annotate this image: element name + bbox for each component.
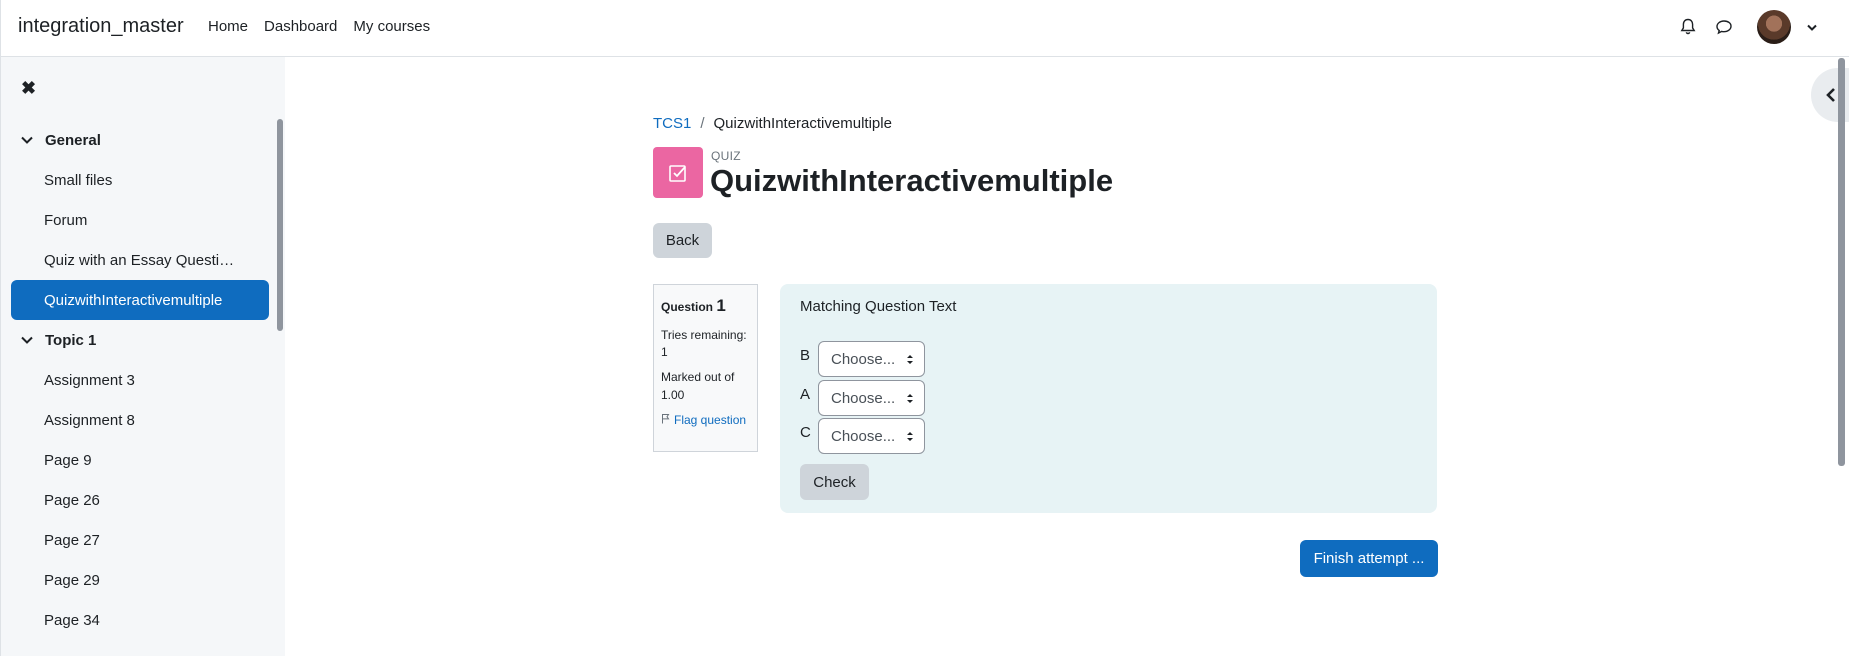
course-index-drawer: ✖ General Small files Forum Quiz with an… bbox=[0, 57, 285, 656]
match-select-a[interactable]: Choose... bbox=[818, 380, 925, 416]
course-index: General Small files Forum Quiz with an E… bbox=[11, 120, 269, 640]
breadcrumb-separator: / bbox=[700, 115, 705, 132]
quiz-icon bbox=[653, 147, 703, 198]
question-number: Question 1 bbox=[661, 296, 726, 315]
tries-remaining: Tries remaining: 1 bbox=[661, 327, 747, 360]
flag-icon bbox=[662, 414, 670, 424]
chevron-down-icon bbox=[21, 136, 35, 144]
question-text: Matching Question Text bbox=[800, 298, 957, 315]
question-content: Matching Question Text B Choose... A Cho… bbox=[780, 284, 1437, 513]
section-general[interactable]: General bbox=[11, 120, 269, 160]
back-button[interactable]: Back bbox=[653, 223, 712, 258]
sidebar-item-essay-quiz[interactable]: Quiz with an Essay Questi… bbox=[11, 240, 269, 280]
sidebar-item-page-27[interactable]: Page 27 bbox=[11, 520, 269, 560]
user-menu-area bbox=[1677, 10, 1819, 44]
sidebar-scrollbar[interactable] bbox=[277, 119, 283, 331]
breadcrumb: TCS1 / QuizwithInteractivemultiple bbox=[653, 115, 892, 132]
sidebar-item-page-26[interactable]: Page 26 bbox=[11, 480, 269, 520]
sidebar-item-page-34[interactable]: Page 34 bbox=[11, 600, 269, 640]
page-scrollbar[interactable] bbox=[1838, 58, 1845, 466]
match-label: C bbox=[800, 423, 811, 441]
flag-question-link[interactable]: Flag question bbox=[661, 412, 750, 429]
match-label: B bbox=[800, 346, 811, 364]
module-type-label: QUIZ bbox=[711, 149, 741, 163]
question-info-panel: Question 1 Tries remaining: 1 Marked out… bbox=[653, 284, 758, 452]
sidebar-item-page-29[interactable]: Page 29 bbox=[11, 560, 269, 600]
chevron-left-icon bbox=[1826, 88, 1835, 102]
breadcrumb-course-link[interactable]: TCS1 bbox=[653, 115, 691, 132]
match-row-c: C Choose... bbox=[800, 418, 925, 454]
sidebar-item-small-files[interactable]: Small files bbox=[11, 160, 269, 200]
nav-home[interactable]: Home bbox=[208, 18, 248, 35]
marked-out-of: Marked out of 1.00 bbox=[661, 370, 735, 402]
select-arrows-icon bbox=[906, 431, 914, 442]
check-button[interactable]: Check bbox=[800, 464, 869, 500]
close-icon[interactable]: ✖ bbox=[21, 78, 36, 99]
sidebar-item-assignment-8[interactable]: Assignment 8 bbox=[11, 400, 269, 440]
chat-icon[interactable] bbox=[1713, 16, 1735, 38]
select-arrows-icon bbox=[906, 393, 914, 404]
sidebar-item-forum[interactable]: Forum bbox=[11, 200, 269, 240]
site-brand[interactable]: integration_master bbox=[18, 15, 184, 38]
primary-nav: Home Dashboard My courses bbox=[208, 18, 430, 35]
breadcrumb-current: QuizwithInteractivemultiple bbox=[713, 115, 892, 132]
section-title: Topic 1 bbox=[45, 331, 97, 349]
nav-dashboard[interactable]: Dashboard bbox=[264, 18, 337, 35]
page-title: QuizwithInteractivemultiple bbox=[710, 163, 1114, 198]
avatar[interactable] bbox=[1757, 10, 1791, 44]
match-row-a: A Choose... bbox=[800, 380, 925, 416]
sidebar-item-assignment-3[interactable]: Assignment 3 bbox=[11, 360, 269, 400]
section-title: General bbox=[45, 131, 101, 149]
sidebar-item-current-quiz[interactable]: QuizwithInteractivemultiple bbox=[11, 280, 269, 320]
bell-icon[interactable] bbox=[1677, 16, 1699, 38]
finish-attempt-button[interactable]: Finish attempt ... bbox=[1300, 540, 1438, 577]
chevron-down-icon bbox=[21, 336, 35, 344]
match-select-b[interactable]: Choose... bbox=[818, 341, 925, 377]
nav-my-courses[interactable]: My courses bbox=[353, 18, 430, 35]
match-label: A bbox=[800, 385, 811, 403]
sidebar-item-page-9[interactable]: Page 9 bbox=[11, 440, 269, 480]
match-select-c[interactable]: Choose... bbox=[818, 418, 925, 454]
match-row-b: B Choose... bbox=[800, 341, 925, 377]
select-arrows-icon bbox=[906, 354, 914, 365]
section-topic-1[interactable]: Topic 1 bbox=[11, 320, 269, 360]
top-navbar: integration_master Home Dashboard My cou… bbox=[0, 0, 1849, 57]
chevron-down-icon[interactable] bbox=[1805, 20, 1819, 34]
